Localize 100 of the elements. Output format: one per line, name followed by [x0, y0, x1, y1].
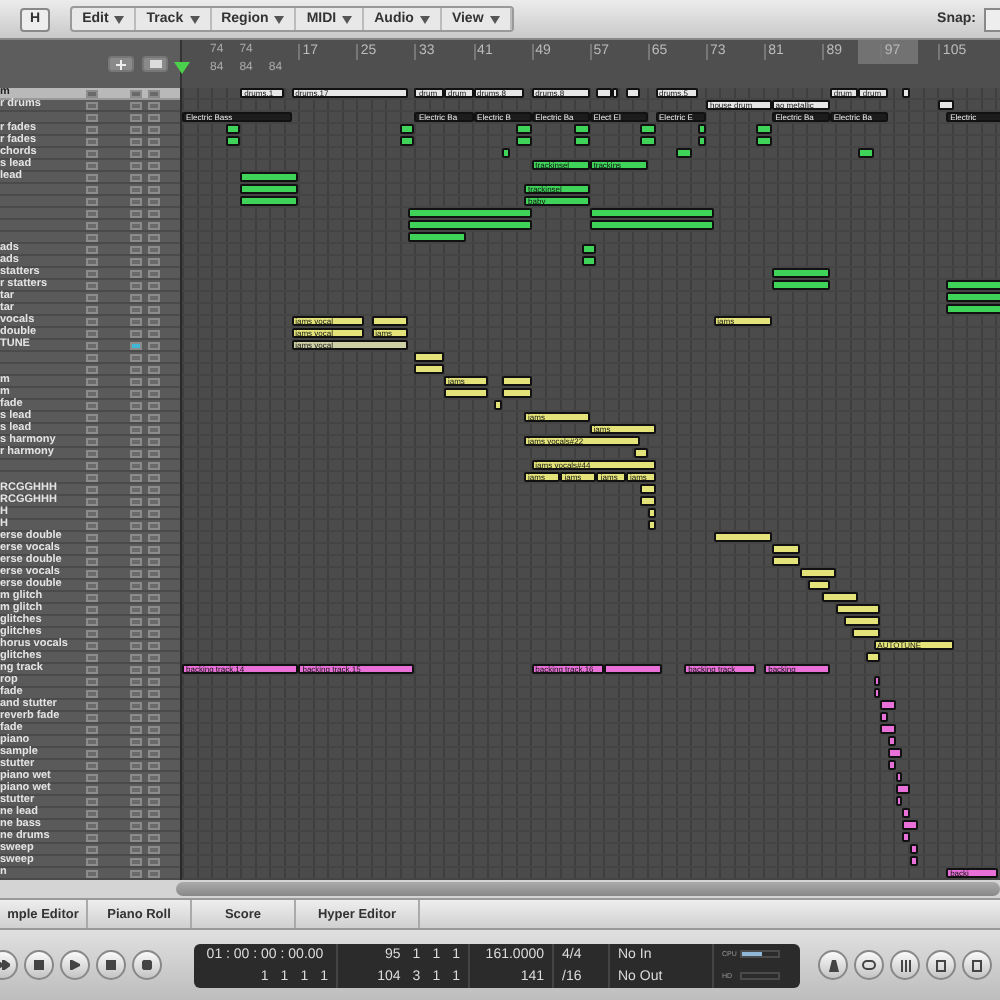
region[interactable] [771, 544, 801, 554]
region[interactable] [866, 652, 881, 662]
region[interactable] [516, 124, 532, 134]
region[interactable] [647, 520, 655, 530]
channel-strip-row[interactable] [0, 364, 180, 376]
region[interactable] [887, 736, 896, 746]
region[interactable] [851, 628, 881, 638]
mixer-button[interactable] [890, 950, 920, 980]
region[interactable] [771, 280, 830, 290]
region[interactable] [647, 508, 655, 518]
region[interactable] [240, 196, 299, 206]
cycle-range[interactable] [858, 40, 918, 64]
region[interactable] [858, 148, 874, 158]
region[interactable] [909, 844, 917, 854]
channel-strip-row[interactable] [0, 352, 180, 364]
region[interactable] [582, 256, 597, 266]
region[interactable] [946, 280, 1000, 290]
region[interactable] [873, 688, 881, 698]
region[interactable] [676, 148, 692, 158]
play-button[interactable] [60, 950, 90, 980]
region[interactable] [713, 532, 772, 542]
region[interactable] [225, 124, 241, 134]
pause-button[interactable] [96, 950, 126, 980]
region[interactable] [822, 592, 859, 602]
region[interactable] [574, 124, 590, 134]
region[interactable] [895, 772, 903, 782]
region[interactable] [909, 856, 917, 866]
region[interactable] [873, 676, 881, 686]
channel-strip-row[interactable] [0, 196, 180, 208]
region[interactable] [407, 232, 466, 242]
scrollbar[interactable] [176, 882, 1000, 896]
region[interactable] [895, 796, 903, 806]
cycle-button[interactable] [854, 950, 884, 980]
region[interactable] [698, 124, 706, 134]
region[interactable] [414, 364, 444, 374]
region[interactable] [771, 556, 801, 566]
region[interactable] [640, 136, 655, 146]
region[interactable] [400, 136, 415, 146]
channel-strip-row[interactable] [0, 460, 180, 472]
region[interactable] [902, 832, 910, 842]
channel-strip-row[interactable] [0, 472, 180, 484]
region[interactable] [756, 136, 772, 146]
region[interactable] [880, 700, 896, 710]
region[interactable] [756, 124, 772, 134]
panel-button[interactable] [962, 950, 992, 980]
region[interactable] [400, 124, 415, 134]
region[interactable] [844, 616, 881, 626]
region[interactable] [946, 304, 1000, 314]
channel-strip-row[interactable] [0, 220, 180, 232]
region[interactable] [516, 136, 532, 146]
region[interactable] [502, 376, 532, 386]
record-button[interactable] [132, 950, 162, 980]
region[interactable] [800, 568, 837, 578]
region[interactable] [574, 136, 590, 146]
region[interactable] [240, 172, 299, 182]
region[interactable] [836, 604, 881, 614]
region[interactable] [625, 88, 641, 98]
add-track-button[interactable] [108, 56, 134, 72]
region[interactable] [407, 220, 532, 230]
region[interactable] [938, 100, 954, 110]
region[interactable] [640, 496, 655, 506]
region[interactable] [902, 820, 917, 830]
region[interactable] [443, 388, 488, 398]
snap-dropdown[interactable] [984, 7, 1000, 31]
region[interactable] [880, 724, 896, 734]
region[interactable] [807, 580, 830, 590]
region[interactable] [494, 400, 503, 410]
region[interactable] [225, 136, 241, 146]
region[interactable] [502, 148, 510, 158]
region[interactable] [771, 268, 830, 278]
region[interactable] [698, 136, 706, 146]
region[interactable] [596, 88, 612, 98]
region[interactable] [887, 760, 896, 770]
region[interactable] [640, 124, 655, 134]
region[interactable] [582, 244, 597, 254]
channel-strip-row[interactable] [0, 184, 180, 196]
region[interactable] [895, 784, 910, 794]
channel-strip-row[interactable] [0, 208, 180, 220]
region[interactable] [371, 316, 408, 326]
region[interactable] [604, 664, 663, 674]
region[interactable] [414, 352, 444, 362]
stop-button[interactable] [24, 950, 54, 980]
channel-strip-row[interactable] [0, 232, 180, 244]
region[interactable] [946, 292, 1000, 302]
region[interactable] [902, 808, 910, 818]
region[interactable] [887, 748, 903, 758]
metronome-button[interactable] [818, 950, 848, 980]
folder-button[interactable] [142, 56, 168, 72]
region[interactable] [240, 184, 299, 194]
region[interactable] [502, 388, 532, 398]
region[interactable] [880, 712, 888, 722]
region[interactable] [611, 88, 619, 98]
region[interactable] [902, 88, 910, 98]
region[interactable] [640, 484, 655, 494]
region[interactable] [633, 448, 648, 458]
playhead-icon[interactable] [174, 62, 190, 74]
region[interactable] [589, 208, 714, 218]
panel-button[interactable] [926, 950, 956, 980]
region[interactable] [407, 208, 532, 218]
region[interactable] [589, 220, 714, 230]
